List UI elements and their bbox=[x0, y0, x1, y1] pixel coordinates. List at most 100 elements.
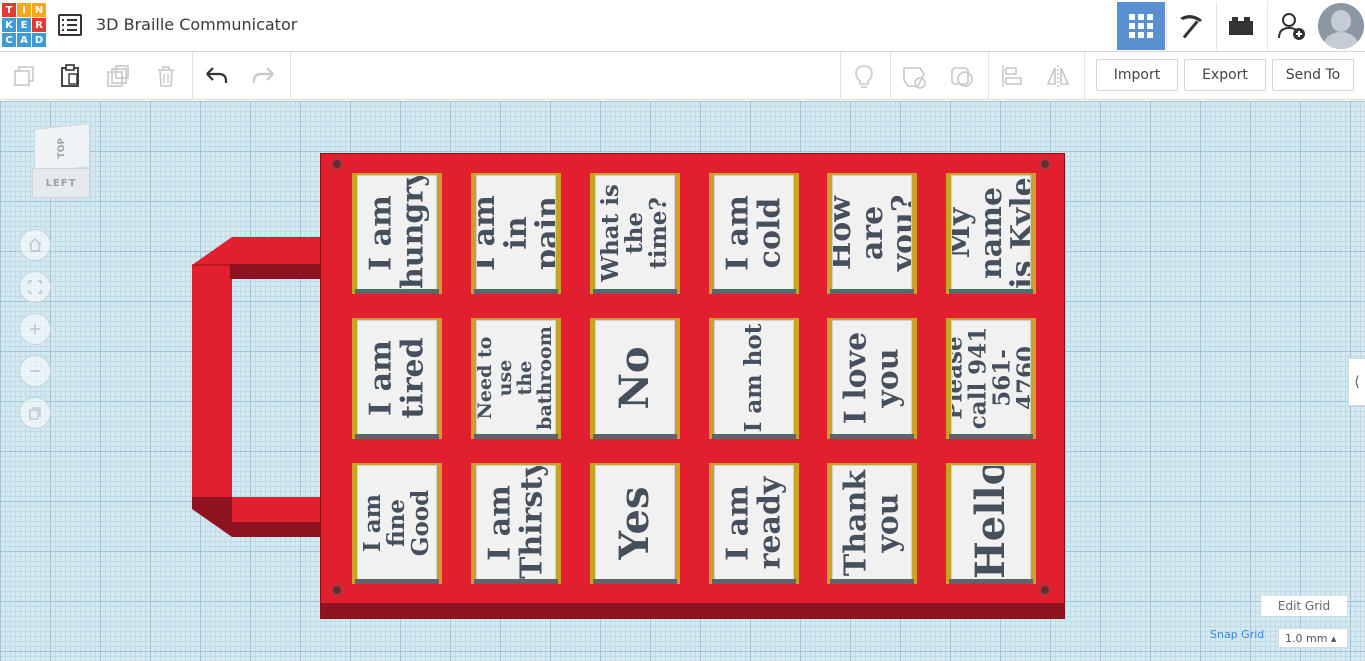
zoom-in-icon[interactable] bbox=[19, 313, 51, 345]
message-tile[interactable]: I am tired bbox=[352, 318, 442, 439]
message-tile[interactable]: I am Thirsty bbox=[471, 463, 561, 584]
snap-grid-select[interactable]: 1.0 mm ▴ bbox=[1278, 628, 1348, 648]
send-to-button[interactable]: Send To bbox=[1272, 59, 1354, 91]
tile-label: I am in pain bbox=[476, 194, 556, 271]
home-view-icon[interactable] bbox=[19, 229, 51, 261]
tile-face: I am cold bbox=[714, 175, 794, 290]
tile-label: I am fine Good bbox=[358, 489, 435, 556]
tile-label: How are you? bbox=[832, 194, 912, 271]
tile-label: Yes bbox=[611, 485, 658, 560]
tile-edge bbox=[593, 434, 677, 439]
bricks-icon[interactable] bbox=[1216, 2, 1264, 50]
tile-edge bbox=[593, 289, 677, 294]
message-tile[interactable]: I am hungry bbox=[352, 173, 442, 294]
message-tile[interactable]: I love you bbox=[827, 318, 917, 439]
export-button[interactable]: Export bbox=[1184, 59, 1266, 91]
add-user-icon[interactable] bbox=[1267, 2, 1315, 50]
tile-face: I am ready bbox=[714, 465, 794, 580]
message-tile[interactable]: I am cold bbox=[709, 173, 799, 294]
tile-edge bbox=[474, 579, 558, 584]
tile-edge bbox=[355, 434, 439, 439]
tile-face: I am in pain bbox=[476, 175, 556, 290]
tile-face: No bbox=[595, 320, 675, 435]
screw-hole bbox=[1039, 584, 1051, 596]
tile-label: I am ready bbox=[720, 476, 788, 569]
tile-edge bbox=[355, 289, 439, 294]
message-tile[interactable]: My name is Kyle bbox=[946, 173, 1036, 294]
tile-face: How are you? bbox=[832, 175, 912, 290]
screw-hole bbox=[331, 158, 343, 170]
align-icon[interactable] bbox=[994, 58, 1030, 94]
tile-face: Please call 941 561-4760 bbox=[951, 320, 1031, 435]
fit-view-icon[interactable] bbox=[19, 271, 51, 303]
message-tile[interactable]: Need to use the bathroom bbox=[471, 318, 561, 439]
collapse-panel-chevron-icon[interactable]: ⟨ bbox=[1348, 358, 1365, 406]
paste-icon[interactable] bbox=[52, 58, 88, 94]
message-tile[interactable]: Thank you bbox=[827, 463, 917, 584]
orthographic-view-icon[interactable] bbox=[19, 397, 51, 429]
undo-icon[interactable] bbox=[198, 58, 234, 94]
view-cube[interactable]: TOP LEFT bbox=[28, 122, 96, 202]
edit-grid-button[interactable]: Edit Grid bbox=[1261, 596, 1347, 616]
tinkercad-logo[interactable]: TIN KER CAD bbox=[2, 3, 46, 49]
toolbar: Import Export Send To bbox=[0, 52, 1365, 100]
pickaxe-icon[interactable] bbox=[1166, 2, 1214, 50]
top-bar: TIN KER CAD 3D Braille Communicator bbox=[0, 0, 1365, 52]
tile-label: Please call 941 561-4760 bbox=[951, 326, 1031, 429]
tile-edge bbox=[474, 434, 558, 439]
design-list-icon[interactable] bbox=[58, 14, 82, 36]
tile-edge bbox=[474, 289, 558, 294]
user-avatar[interactable] bbox=[1318, 3, 1364, 49]
duplicate-icon[interactable] bbox=[100, 58, 136, 94]
tile-label: Hello bbox=[967, 465, 1014, 579]
tile-label: I am hot bbox=[739, 323, 767, 432]
mirror-icon[interactable] bbox=[1040, 58, 1076, 94]
notes-lightbulb-icon[interactable] bbox=[846, 58, 882, 94]
tile-edge bbox=[593, 579, 677, 584]
tile-label: What is the time? bbox=[596, 183, 673, 282]
group-shapes-icon[interactable] bbox=[944, 58, 980, 94]
tile-edge bbox=[712, 579, 796, 584]
logo-letter: N bbox=[32, 3, 46, 17]
communicator-board[interactable]: I am hungry I am in pain What is the time?… bbox=[320, 153, 1065, 619]
message-tile[interactable]: I am fine Good bbox=[352, 463, 442, 584]
message-tile[interactable]: How are you? bbox=[827, 173, 917, 294]
logo-letter: K bbox=[2, 18, 16, 32]
tile-label: I am Thirsty bbox=[482, 465, 550, 579]
tile-face: I am fine Good bbox=[357, 465, 437, 580]
import-button[interactable]: Import bbox=[1096, 59, 1178, 91]
message-tile[interactable]: I am ready bbox=[709, 463, 799, 584]
redo-icon[interactable] bbox=[246, 58, 282, 94]
view-cube-top-face[interactable]: TOP bbox=[34, 123, 90, 173]
tile-edge bbox=[949, 579, 1033, 584]
tile-label: I love you bbox=[838, 331, 906, 424]
tile-edge bbox=[830, 434, 914, 439]
logo-letter: R bbox=[32, 18, 46, 32]
message-tile[interactable]: I am in pain bbox=[471, 173, 561, 294]
message-tile[interactable]: I am hot bbox=[709, 318, 799, 439]
tile-edge bbox=[712, 289, 796, 294]
board-handle[interactable] bbox=[192, 237, 327, 537]
tile-face: My name is Kyle bbox=[951, 175, 1031, 290]
snap-grid-label: Snap Grid bbox=[1210, 628, 1265, 641]
tile-label: My name is Kyle bbox=[951, 176, 1031, 289]
message-tile[interactable]: Hello bbox=[946, 463, 1036, 584]
design-title[interactable]: 3D Braille Communicator bbox=[96, 15, 297, 34]
view-cube-left-face[interactable]: LEFT bbox=[32, 168, 90, 198]
zoom-out-icon[interactable] bbox=[19, 355, 51, 387]
tile-edge bbox=[949, 289, 1033, 294]
tile-edge bbox=[949, 434, 1033, 439]
message-tile[interactable]: No bbox=[590, 318, 680, 439]
message-tile[interactable]: Yes bbox=[590, 463, 680, 584]
logo-letter: D bbox=[32, 33, 46, 47]
grid-view-icon[interactable] bbox=[1117, 2, 1165, 50]
tile-edge bbox=[830, 579, 914, 584]
delete-icon[interactable] bbox=[148, 58, 184, 94]
ruler-shape-icon[interactable] bbox=[896, 58, 932, 94]
tile-face: I am Thirsty bbox=[476, 465, 556, 580]
message-tile[interactable]: Please call 941 561-4760 bbox=[946, 318, 1036, 439]
tile-face: Hello bbox=[951, 465, 1031, 580]
copy-icon[interactable] bbox=[6, 58, 42, 94]
screw-hole bbox=[1039, 158, 1051, 170]
message-tile[interactable]: What is the time? bbox=[590, 173, 680, 294]
